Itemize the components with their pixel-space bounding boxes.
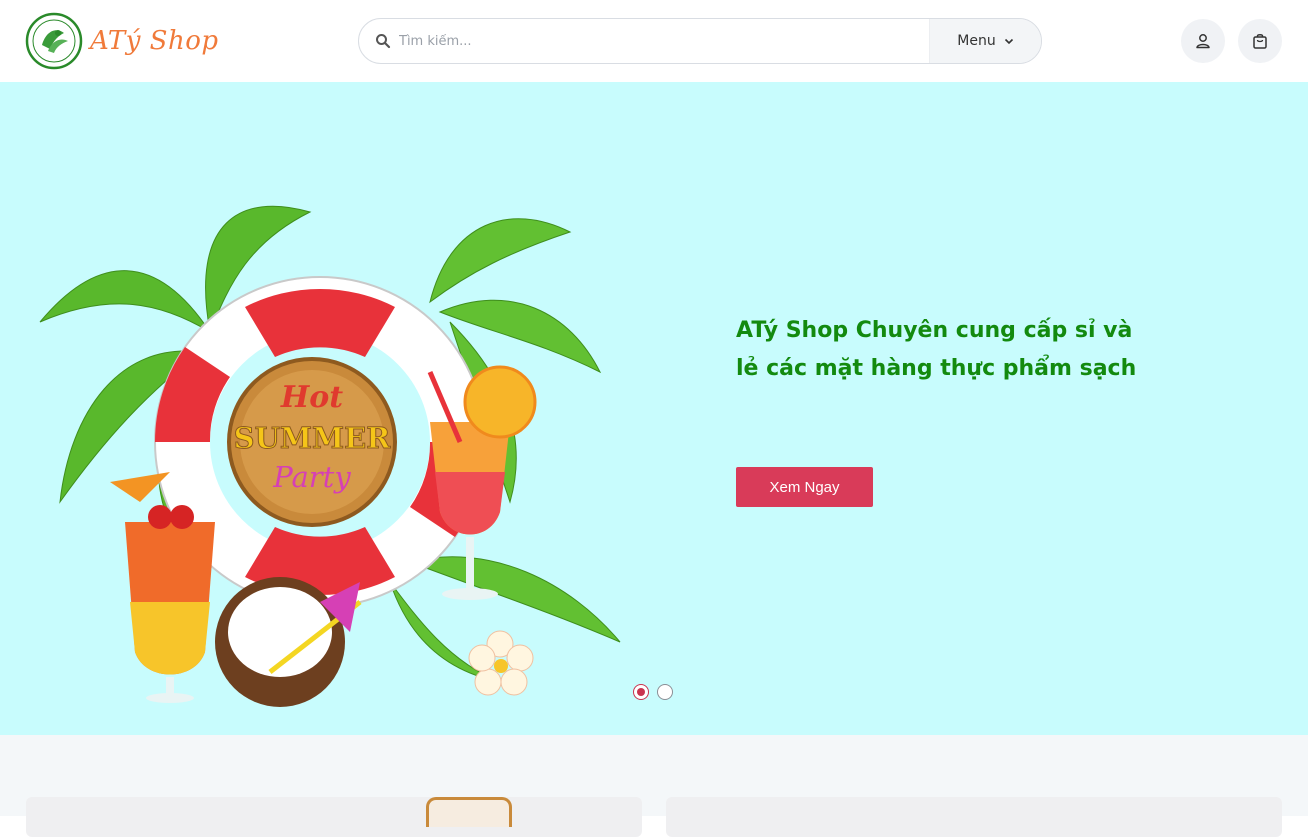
art-party-text: Party [272, 460, 351, 494]
chevron-down-icon [1004, 38, 1013, 45]
carousel-dot-2[interactable] [657, 684, 673, 700]
category-section [0, 735, 1308, 837]
logo-text: ATý Shop [90, 26, 219, 56]
search-field-wrapper [359, 19, 929, 63]
carousel-dots [633, 684, 673, 700]
art-hot-text: Hot [280, 380, 343, 415]
site-header: ATý Shop Menu [0, 0, 1308, 82]
menu-label: Menu [957, 33, 996, 49]
hero-title: ATý Shop Chuyên cung cấp sỉ và lẻ các mặ… [736, 318, 1137, 381]
menu-dropdown-button[interactable]: Menu [929, 19, 1041, 63]
summer-party-illustration: Hot SUMMER Party [39, 205, 621, 707]
product-image-peek [426, 797, 512, 827]
category-card-right[interactable] [666, 797, 1282, 837]
carousel-dot-1[interactable] [633, 684, 649, 700]
shopping-bag-icon [1253, 33, 1267, 49]
category-card-left[interactable] [26, 797, 642, 837]
logo-badge-icon [25, 12, 83, 70]
cart-button[interactable] [1238, 19, 1282, 63]
search-bar: Menu [358, 18, 1042, 64]
user-icon [1196, 34, 1210, 49]
art-summer-text: SUMMER [234, 421, 392, 455]
view-now-button[interactable]: Xem Ngay [736, 467, 873, 507]
search-input[interactable] [399, 33, 899, 49]
hero-banner: Hot SUMMER Party ATý Shop Chuyên cung cấ… [0, 82, 1308, 735]
site-logo[interactable]: ATý Shop [24, 10, 219, 72]
account-button[interactable] [1181, 19, 1225, 63]
search-icon [376, 34, 391, 49]
